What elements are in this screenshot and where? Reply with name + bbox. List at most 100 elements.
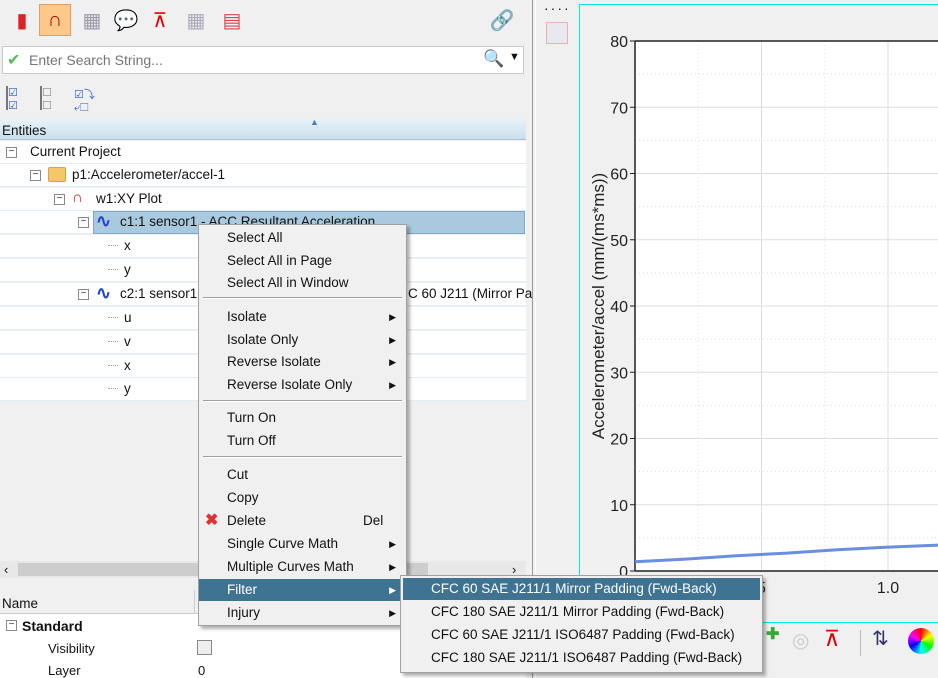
collapse-icon[interactable]: − [6, 147, 17, 158]
color-wheel-icon[interactable] [908, 628, 934, 654]
collapse-icon[interactable]: − [78, 217, 89, 228]
property-layer: Layer [48, 663, 81, 678]
menu-item-label: Cut [227, 467, 249, 482]
tree-item-label: x [124, 358, 131, 373]
y-tick-label: 70 [610, 100, 628, 117]
search-icon[interactable]: 🔍 [483, 49, 504, 69]
filter-option[interactable]: CFC 60 SAE J211/1 Mirror Padding (Fwd-Ba… [403, 578, 760, 600]
grid-icon[interactable]: ▦ [180, 4, 212, 36]
layer-value[interactable]: 0 [198, 663, 205, 678]
curve-icon[interactable]: ⊼ [144, 4, 176, 36]
link-icon[interactable]: 🔗 [486, 4, 518, 36]
menu-item-label: Injury [227, 605, 261, 620]
collapse-icon[interactable]: − [30, 170, 41, 181]
tree-item-label: x [124, 238, 131, 253]
menu-item-select-all-in-page[interactable]: Select All in Page [199, 250, 406, 272]
menu-item-turn-on[interactable]: Turn On [199, 407, 406, 429]
menu-item-select-all-in-window[interactable]: Select All in Window [199, 272, 406, 294]
menu-item-label: Copy [227, 490, 259, 505]
table-grid-icon[interactable]: ▦ [76, 4, 108, 36]
filter-option[interactable]: CFC 180 SAE J211/1 ISO6487 Padding (Fwd-… [403, 647, 760, 669]
filter-option-label: CFC 180 SAE J211/1 ISO6487 Padding (Fwd-… [431, 650, 743, 665]
visibility-checkbox[interactable] [197, 640, 212, 655]
submenu-arrow-icon: ▶ [389, 608, 396, 618]
menu-item-select-all[interactable]: Select All [199, 227, 406, 249]
submenu-arrow-icon: ▶ [389, 380, 396, 390]
collapse-icon[interactable]: − [54, 194, 65, 205]
scroll-left-icon[interactable]: ‹ [4, 562, 8, 577]
target-icon[interactable]: ◎ [792, 628, 809, 653]
deselect-all-tree-icon[interactable]: ☐ ☐ [40, 86, 60, 112]
menu-item-label: Select All [227, 230, 283, 245]
shortcut-label: Del [363, 513, 384, 528]
property-visibility: Visibility [48, 641, 95, 656]
collapse-icon[interactable]: − [78, 289, 89, 300]
filter-option-label: CFC 60 SAE J211/1 Mirror Padding (Fwd-Ba… [431, 581, 717, 596]
tree-item-label: u [124, 310, 132, 325]
y-tick-label: 30 [610, 365, 628, 382]
tree-connector [108, 365, 118, 366]
menu-item-label: Single Curve Math [227, 536, 339, 551]
sort-arrow-icon: ▲ [310, 117, 319, 127]
filter-submenu: CFC 60 SAE J211/1 Mirror Padding (Fwd-Ba… [400, 575, 763, 673]
menu-item-cut[interactable]: Cut [199, 464, 406, 486]
menu-item-label: Turn Off [227, 433, 276, 448]
plot-window[interactable]: 0102030405060708051.0Accelerometer/accel… [579, 4, 938, 623]
tree-item-label: Current Project [30, 144, 121, 159]
menu-item-injury[interactable]: Injury ▶ [199, 602, 406, 624]
filter-option[interactable]: CFC 60 SAE J211/1 ISO6487 Padding (Fwd-B… [403, 624, 760, 646]
tree-item[interactable]: − p1:Accelerometer/accel-1 [0, 164, 526, 187]
drag-dots-icon[interactable]: ···· [544, 0, 571, 16]
menu-item-turn-off[interactable]: Turn Off [199, 430, 406, 452]
menu-item-reverse-isolate[interactable]: Reverse Isolate ▶ [199, 351, 406, 373]
tree-item-label: w1:XY Plot [96, 191, 162, 206]
xy-plot[interactable]: 0102030405060708051.0Accelerometer/accel… [580, 5, 938, 624]
add-curve-icon[interactable]: ✚ [766, 624, 779, 644]
menu-item-filter[interactable]: Filter ▶ [199, 579, 406, 601]
tree-item-label: y [124, 381, 131, 396]
xy-plot-icon[interactable]: ∩ [39, 4, 71, 36]
submenu-arrow-icon: ▶ [389, 335, 396, 345]
y-tick-label: 40 [610, 299, 628, 316]
delete-icon: ✖ [205, 512, 219, 529]
plot-toolbar: ✚ ◎ ⊼ ⇅ [740, 624, 938, 664]
chevron-down-icon[interactable]: ▼ [509, 51, 520, 63]
note-icon[interactable]: 💬 [110, 4, 142, 36]
tree-item[interactable]: − ∩ w1:XY Plot [0, 188, 526, 211]
menu-item-isolate[interactable]: Isolate ▶ [199, 306, 406, 328]
curve-attribute-icon[interactable]: ⊼ [824, 626, 840, 652]
menu-item-label: Reverse Isolate [227, 354, 321, 369]
collapse-icon[interactable]: − [6, 620, 17, 631]
search-input[interactable] [29, 50, 479, 70]
name-column-header[interactable]: Name [2, 596, 38, 611]
reverse-selection-icon[interactable]: ☑⤵ ⤶☐ [74, 86, 98, 114]
curve-icon: ∿ [96, 283, 112, 303]
menu-separator [203, 297, 402, 299]
tree-connector [108, 388, 118, 389]
submenu-arrow-icon: ▶ [389, 562, 396, 572]
menu-item-delete[interactable]: ✖ Delete Del [199, 510, 406, 532]
menu-item-reverse-isolate-only[interactable]: Reverse Isolate Only ▶ [199, 374, 406, 396]
menu-item-copy[interactable]: Copy [199, 487, 406, 509]
curve-cross-icon[interactable]: ⇅ [872, 626, 889, 651]
tree-connector [108, 317, 118, 318]
column-divider [194, 590, 195, 614]
menu-item-label: Delete [227, 513, 267, 528]
submenu-arrow-icon: ▶ [389, 539, 396, 549]
menu-item-label: Isolate Only [227, 332, 299, 347]
y-tick-label: 50 [610, 233, 628, 250]
filter-option[interactable]: CFC 180 SAE J211/1 Mirror Padding (Fwd-B… [403, 601, 760, 623]
entities-header[interactable]: Entities ▲ [0, 117, 526, 140]
menu-item-isolate-only[interactable]: Isolate Only ▶ [199, 329, 406, 351]
menu-item-multiple-curves-math[interactable]: Multiple Curves Math ▶ [199, 556, 406, 578]
submenu-arrow-icon: ▶ [389, 312, 396, 322]
select-all-tree-icon[interactable]: ☑ ☑ [6, 86, 26, 112]
tree-item-label: y [124, 262, 131, 277]
menu-item-label: Reverse Isolate Only [227, 377, 353, 392]
menu-item-label: Filter [227, 582, 257, 597]
bar-chart-icon[interactable]: ▮ [6, 4, 38, 36]
report-icon[interactable]: ▤ [216, 4, 248, 36]
page-layout-icon[interactable] [546, 22, 568, 44]
menu-item-single-curve-math[interactable]: Single Curve Math ▶ [199, 533, 406, 555]
tree-item[interactable]: − Current Project [0, 141, 526, 164]
